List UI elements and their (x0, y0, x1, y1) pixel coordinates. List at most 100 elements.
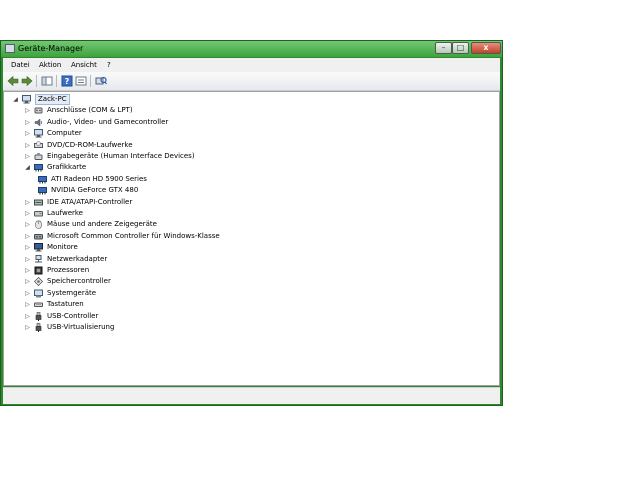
tree-item-label: Monitore (47, 243, 78, 252)
collapsed-arrow-icon[interactable]: ▷ (24, 199, 31, 206)
tree-item-label: Laufwerke (47, 209, 83, 217)
menu-help[interactable]: ? (107, 59, 111, 71)
display-adapter-icon (34, 164, 43, 172)
menu-aktion[interactable]: Aktion (39, 59, 61, 71)
collapsed-arrow-icon[interactable]: ▷ (24, 324, 31, 331)
collapsed-arrow-icon[interactable]: ▷ (24, 142, 31, 149)
monitor-icon (34, 243, 43, 252)
tree-item-label: IDE ATA/ATAPI-Controller (47, 197, 133, 206)
back-arrow-icon[interactable] (7, 75, 19, 87)
tree-category-item[interactable]: ▷ IDE ATA/ATAPI-Controller (4, 197, 494, 208)
device-manager-window: Geräte-Manager – □ x Datei Aktion Ansich… (0, 40, 503, 406)
tree-category-item[interactable]: ▷ Computer (4, 128, 494, 139)
toolbar-separator (36, 75, 37, 87)
tree-category-item[interactable]: ▷ Eingabegeräte (Human Interface Devices) (4, 151, 494, 162)
collapsed-arrow-icon[interactable]: ▷ (24, 221, 31, 228)
tree-category-item[interactable]: ▷ Monitore (4, 242, 494, 253)
tree-item-label: Systemgeräte (47, 288, 97, 297)
tree-category-item[interactable]: ▷ Prozessoren (4, 265, 494, 276)
mouse-icon (35, 220, 42, 230)
tree-device-item[interactable]: NVIDIA GeForce GTX 480 (4, 185, 494, 196)
collapsed-arrow-icon[interactable]: ▷ (24, 290, 31, 297)
tree-item-label: Mäuse und andere Zeigegeräte (47, 220, 157, 229)
expanded-arrow-icon[interactable]: ◢ (24, 164, 31, 171)
menu-ansicht[interactable]: Ansicht (71, 59, 97, 71)
collapsed-arrow-icon[interactable]: ▷ (24, 278, 31, 285)
network-adapter-icon (35, 254, 42, 263)
tree-item-label: USB-Virtualisierung (47, 323, 115, 331)
tree-category-item[interactable]: ◢ Grafikkarte (4, 162, 494, 173)
display-adapter-icon (38, 187, 47, 195)
expanded-arrow-icon[interactable]: ◢ (12, 96, 19, 103)
ide-controller-icon (34, 199, 43, 206)
computer-icon (22, 95, 31, 104)
title-bar[interactable]: Geräte-Manager – □ x (1, 41, 502, 57)
collapsed-arrow-icon[interactable]: ▷ (24, 233, 31, 240)
svg-text:?: ? (65, 77, 70, 86)
collapsed-arrow-icon[interactable]: ▷ (24, 301, 31, 308)
processor-icon (34, 266, 43, 275)
help-icon[interactable]: ? (61, 75, 73, 87)
collapsed-arrow-icon[interactable]: ▷ (24, 267, 31, 274)
collapsed-arrow-icon[interactable]: ▷ (24, 119, 31, 126)
device-tree[interactable]: ◢ Zack-PC ▷ Anschlüsse (COM & LPT) ▷ Audio-, … (3, 91, 500, 386)
tree-item-label: Prozessoren (47, 266, 90, 274)
tree-category-item[interactable]: ▷ Tastaturen (4, 299, 494, 310)
collapsed-arrow-icon[interactable]: ▷ (24, 256, 31, 263)
tree-root[interactable]: ◢ Zack-PC (4, 94, 494, 105)
maximize-button[interactable]: □ (452, 42, 469, 54)
keyboard-icon (34, 302, 43, 308)
collapsed-arrow-icon[interactable]: ▷ (24, 153, 31, 160)
collapsed-arrow-icon[interactable]: ▷ (24, 313, 31, 320)
speaker-icon (34, 118, 43, 127)
tree-category-item[interactable]: ▷ Speichercontroller (4, 276, 494, 287)
tree-item-label: Zack-PC (35, 94, 70, 105)
tree-category-item[interactable]: ▷ Mäuse und andere Zeigegeräte (4, 219, 494, 230)
tree-category-item[interactable]: ▷ Netzwerkadapter (4, 254, 494, 265)
usb-icon (35, 323, 42, 332)
window-title: Geräte-Manager (18, 44, 84, 53)
tree-item-label: Speichercontroller (47, 277, 111, 286)
tree-item-label: Eingabegeräte (Human Interface Devices) (47, 152, 195, 160)
storage-controller-icon (34, 277, 43, 287)
tree-item-label: Audio-, Video- und Gamecontroller (47, 117, 169, 126)
usb-icon (35, 311, 42, 321)
tree-category-item[interactable]: ▷ USB-Virtualisierung (4, 322, 494, 333)
disk-drive-icon (34, 211, 43, 217)
tree-category-item[interactable]: ▷ Microsoft Common Controller für Windows… (4, 231, 494, 242)
computer-icon (34, 129, 43, 138)
controller-icon (34, 233, 43, 240)
show-hide-console-tree-icon[interactable] (41, 75, 53, 87)
hid-icon (34, 153, 43, 160)
device-manager-icon (5, 44, 15, 53)
tree-category-item[interactable]: ▷ Systemgeräte (4, 288, 494, 299)
disc-drive-icon (34, 140, 43, 148)
toolbar-separator (56, 75, 57, 87)
tree-item-label: Netzwerkadapter (47, 254, 108, 263)
collapsed-arrow-icon[interactable]: ▷ (24, 130, 31, 137)
collapsed-arrow-icon[interactable]: ▷ (24, 107, 31, 114)
port-icon (34, 107, 43, 114)
close-button[interactable]: x (471, 42, 501, 54)
scan-hardware-changes-icon[interactable] (95, 75, 107, 87)
status-bar (3, 387, 500, 404)
toolbar-separator (90, 75, 91, 87)
tree-item-label: Anschlüsse (COM & LPT) (47, 106, 133, 115)
properties-icon[interactable] (75, 75, 87, 87)
tree-category-item[interactable]: ▷ DVD/CD-ROM-Laufwerke (4, 140, 494, 151)
tree-item-label: Tastaturen (47, 300, 84, 309)
tree-item-label: Computer (47, 129, 82, 138)
tree-device-item[interactable]: ATI Radeon HD 5900 Series (4, 174, 494, 185)
minimize-button[interactable]: – (435, 42, 452, 54)
menu-datei[interactable]: Datei (11, 59, 30, 71)
tree-category-item[interactable]: ▷ USB-Controller (4, 311, 494, 322)
collapsed-arrow-icon[interactable]: ▷ (24, 210, 31, 217)
tree-category-item[interactable]: ▷ Audio-, Video- und Gamecontroller (4, 117, 494, 128)
tree-item-label: DVD/CD-ROM-Laufwerke (47, 140, 133, 149)
forward-arrow-icon[interactable] (21, 75, 33, 87)
toolbar: ? (3, 72, 500, 91)
tree-category-item[interactable]: ▷ Laufwerke (4, 208, 494, 219)
collapsed-arrow-icon[interactable]: ▷ (24, 244, 31, 251)
tree-item-label: Microsoft Common Controller für Windows-… (47, 231, 220, 240)
tree-category-item[interactable]: ▷ Anschlüsse (COM & LPT) (4, 105, 494, 116)
